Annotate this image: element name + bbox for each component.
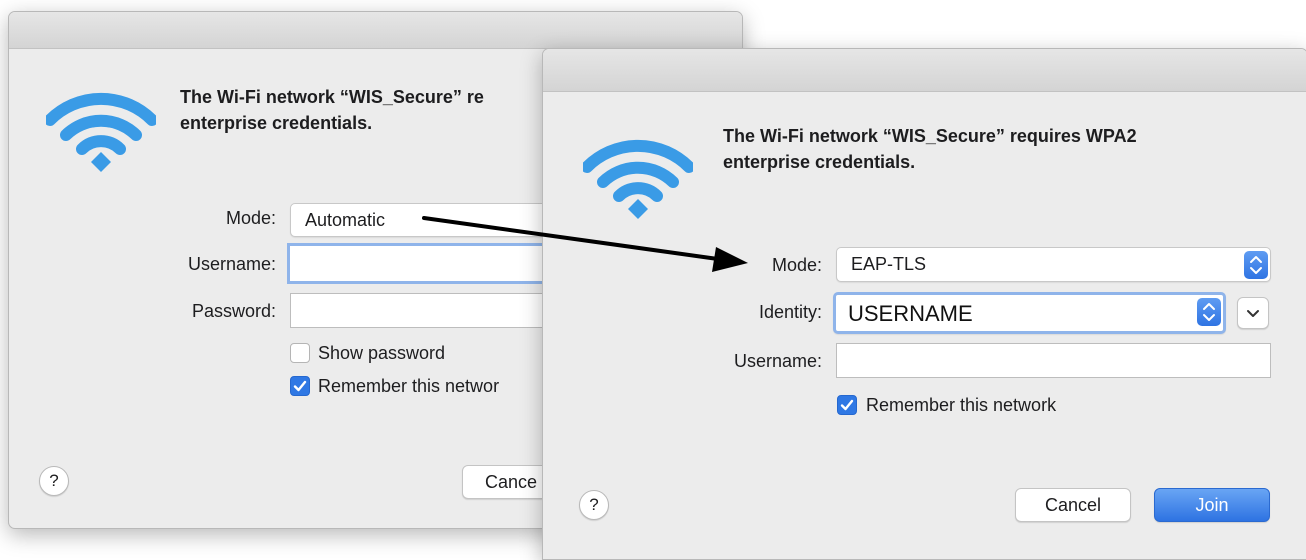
front-join-button[interactable]: Join	[1154, 488, 1270, 522]
front-remember-checkbox[interactable]	[837, 395, 857, 415]
back-show-password-checkbox[interactable]	[290, 343, 310, 363]
front-dialog-titlebar	[543, 49, 1306, 92]
chevron-down-icon	[1247, 310, 1259, 317]
back-username-field[interactable]	[287, 243, 557, 284]
front-dialog: The Wi-Fi network “WIS_Secure” requires …	[542, 48, 1306, 560]
back-remember-checkbox[interactable]	[290, 376, 310, 396]
back-remember-label: Remember this networ	[318, 376, 500, 396]
wifi-icon	[46, 82, 156, 172]
front-cancel-button[interactable]: Cancel	[1015, 488, 1131, 522]
front-help-button[interactable]: ?	[579, 490, 609, 520]
front-remember-label: Remember this network	[866, 395, 1057, 415]
front-dialog-heading: The Wi-Fi network “WIS_Secure” requires …	[723, 123, 1283, 175]
back-mode-label: Mode:	[225, 208, 276, 228]
front-mode-label: Mode:	[771, 255, 822, 275]
back-mode-value: Automatic	[305, 210, 386, 230]
checkmark-icon	[293, 380, 307, 392]
back-show-password-label: Show password	[318, 343, 446, 363]
up-down-chevron-icon	[1244, 251, 1268, 279]
front-identity-label: Identity:	[758, 302, 822, 322]
front-mode-popup[interactable]: EAP-TLS	[836, 247, 1271, 282]
back-dialog-heading: The Wi-Fi network “WIS_Secure” re enterp…	[180, 84, 560, 136]
front-heading-line1: The Wi-Fi network “WIS_Secure” requires …	[723, 126, 1137, 146]
back-help-button[interactable]: ?	[39, 466, 69, 496]
back-username-label: Username:	[187, 254, 276, 274]
back-heading-line1: The Wi-Fi network “WIS_Secure” re	[180, 87, 484, 107]
front-mode-value: EAP-TLS	[851, 254, 927, 274]
checkmark-icon	[840, 399, 854, 411]
front-username-field[interactable]	[836, 343, 1271, 378]
identity-dropdown-button[interactable]	[1237, 297, 1269, 329]
back-heading-line2: enterprise credentials.	[180, 113, 373, 133]
back-mode-popup[interactable]: Automatic	[290, 203, 560, 237]
back-password-field[interactable]	[290, 293, 560, 328]
front-identity-popup[interactable]: USERNAME	[833, 292, 1226, 334]
wifi-icon	[583, 129, 693, 219]
back-dialog-titlebar	[9, 12, 742, 49]
back-password-label: Password:	[191, 301, 276, 321]
front-identity-value: USERNAME	[848, 301, 973, 326]
front-heading-line2: enterprise credentials.	[723, 152, 916, 172]
up-down-chevron-icon	[1197, 298, 1221, 326]
front-username-label: Username:	[733, 351, 822, 371]
